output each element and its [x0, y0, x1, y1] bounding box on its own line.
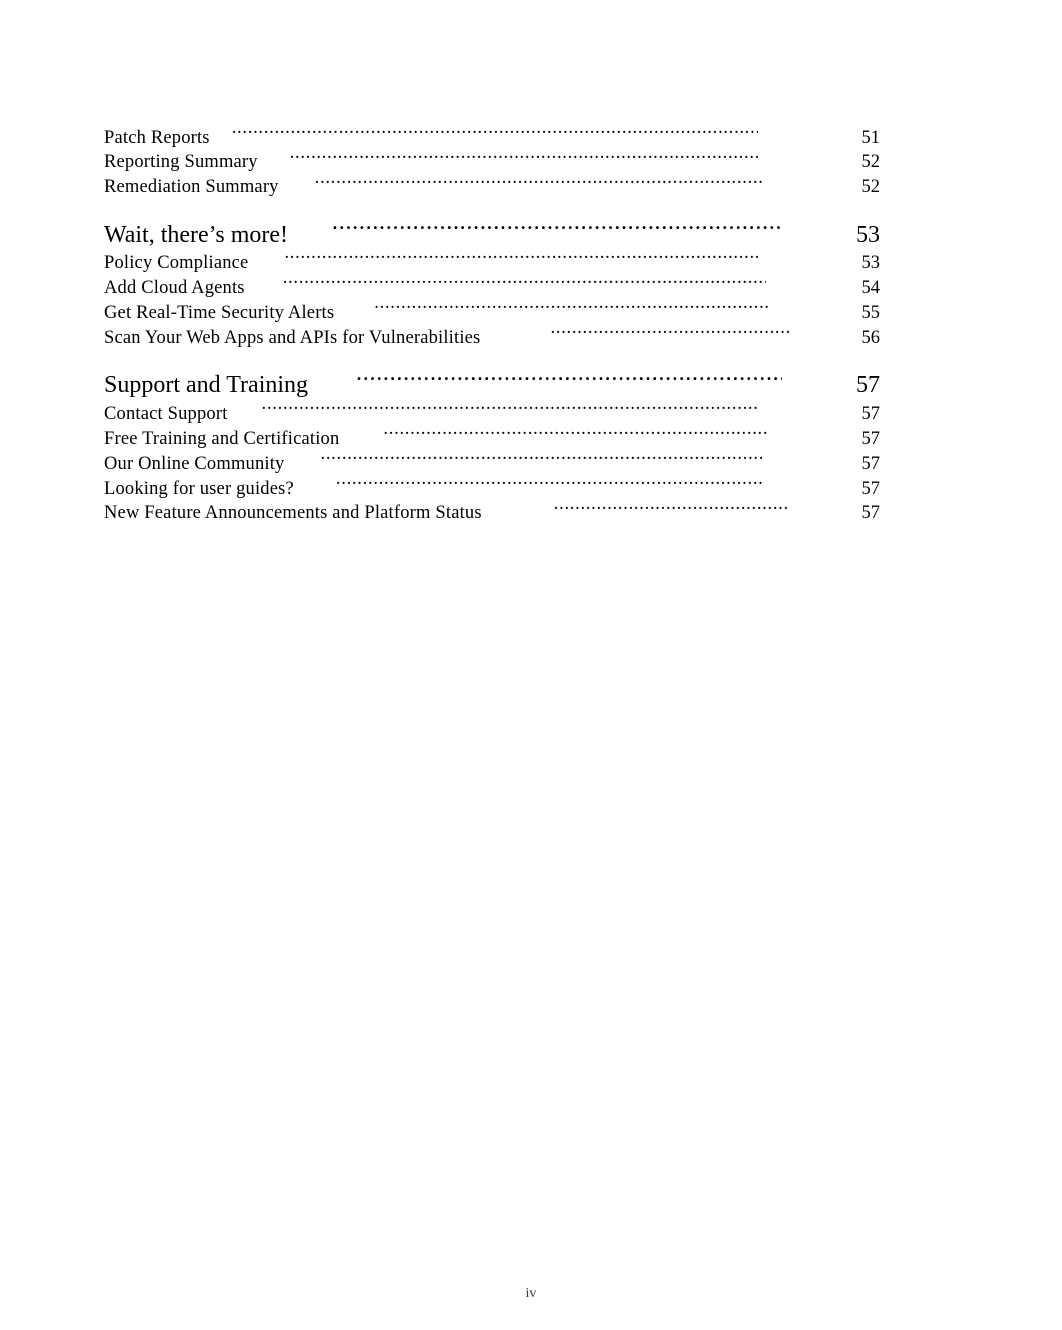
toc-entry-row[interactable]: New Feature Announcements and Platform S… [104, 500, 880, 525]
toc-section-heading-row[interactable]: Support and Training 57 [104, 368, 880, 400]
toc-leader-dots [315, 174, 764, 193]
toc-leader-dots [290, 149, 758, 168]
toc-leader-dots [320, 450, 762, 469]
toc-section-spacer [104, 349, 880, 368]
toc-entry-row[interactable]: Scan Your Web Apps and APIs for Vulnerab… [104, 324, 880, 349]
toc-leader-dots [283, 275, 766, 294]
toc-entry-row[interactable]: Looking for user guides? 57 [104, 475, 880, 500]
toc-leader-dots [374, 300, 770, 319]
toc-entry-row[interactable]: Patch Reports 51 [104, 124, 880, 149]
toc-page-number: 53 [861, 253, 881, 274]
document-page: Patch Reports51Reporting Summary52Remedi… [0, 0, 1062, 1330]
toc-entry-title: Scan Your Web Apps and APIs for Vulnerab… [104, 327, 481, 348]
toc-entry-title: Our Online Community [104, 453, 285, 474]
table-of-contents: Patch Reports51Reporting Summary52Remedi… [104, 124, 880, 525]
toc-entry-title: Contact Support [104, 403, 228, 424]
toc-entry-row[interactable]: Remediation Summary 52 [104, 174, 880, 199]
toc-section-spacer [104, 199, 880, 218]
toc-entry-title: Patch Reports [104, 127, 210, 148]
toc-page-number: 52 [861, 152, 881, 173]
toc-leader-dots [232, 124, 758, 143]
toc-section-heading-row[interactable]: Wait, there’s more! 53 [104, 218, 880, 250]
toc-leader-dots [336, 475, 764, 494]
toc-entry-row[interactable]: Get Real-Time Security Alerts 55 [104, 300, 880, 325]
toc-section-title: Support and Training [104, 372, 309, 399]
toc-page-number: 57 [861, 453, 881, 474]
toc-page-number: 57 [861, 503, 881, 524]
toc-page-number: 57 [856, 372, 880, 399]
toc-section-title: Wait, there’s more! [104, 221, 288, 248]
toc-leader-dots [554, 500, 790, 519]
page-number-footer: iv [525, 1286, 537, 1301]
toc-entry-row[interactable]: Our Online Community 57 [104, 450, 880, 475]
toc-entry-title: Policy Compliance [104, 253, 249, 274]
toc-leader-dots [262, 400, 758, 419]
toc-entry-title: Reporting Summary [104, 152, 258, 173]
toc-entry-row[interactable]: Contact Support 57 [104, 400, 880, 425]
toc-page-number: 57 [861, 428, 881, 449]
toc-leader-dots [284, 250, 758, 269]
toc-page-number: 51 [861, 127, 881, 148]
toc-entry-title: New Feature Announcements and Platform S… [104, 503, 482, 524]
toc-page-number: 53 [856, 221, 880, 248]
toc-page-number: 57 [861, 478, 881, 499]
toc-entry-title: Remediation Summary [104, 177, 279, 198]
toc-entry-title: Add Cloud Agents [104, 278, 245, 299]
toc-leader-dots [383, 425, 768, 444]
toc-entry-row[interactable]: Free Training and Certification 57 [104, 425, 880, 450]
toc-entry-row[interactable]: Policy Compliance 53 [104, 250, 880, 275]
toc-entry-row[interactable]: Reporting Summary 52 [104, 149, 880, 174]
toc-page-number: 55 [861, 303, 881, 324]
toc-leader-dots [356, 368, 782, 392]
toc-page-number: 52 [861, 177, 881, 198]
toc-page-number: 54 [861, 278, 881, 299]
toc-entry-row[interactable]: Add Cloud Agents 54 [104, 275, 880, 300]
toc-leader-dots [332, 218, 782, 242]
toc-entry-title: Get Real-Time Security Alerts [104, 303, 335, 324]
toc-page-number: 56 [861, 327, 881, 348]
toc-entry-title: Free Training and Certification [104, 428, 340, 449]
toc-entry-title: Looking for user guides? [104, 478, 294, 499]
toc-leader-dots [550, 324, 790, 343]
toc-page-number: 57 [861, 403, 881, 424]
